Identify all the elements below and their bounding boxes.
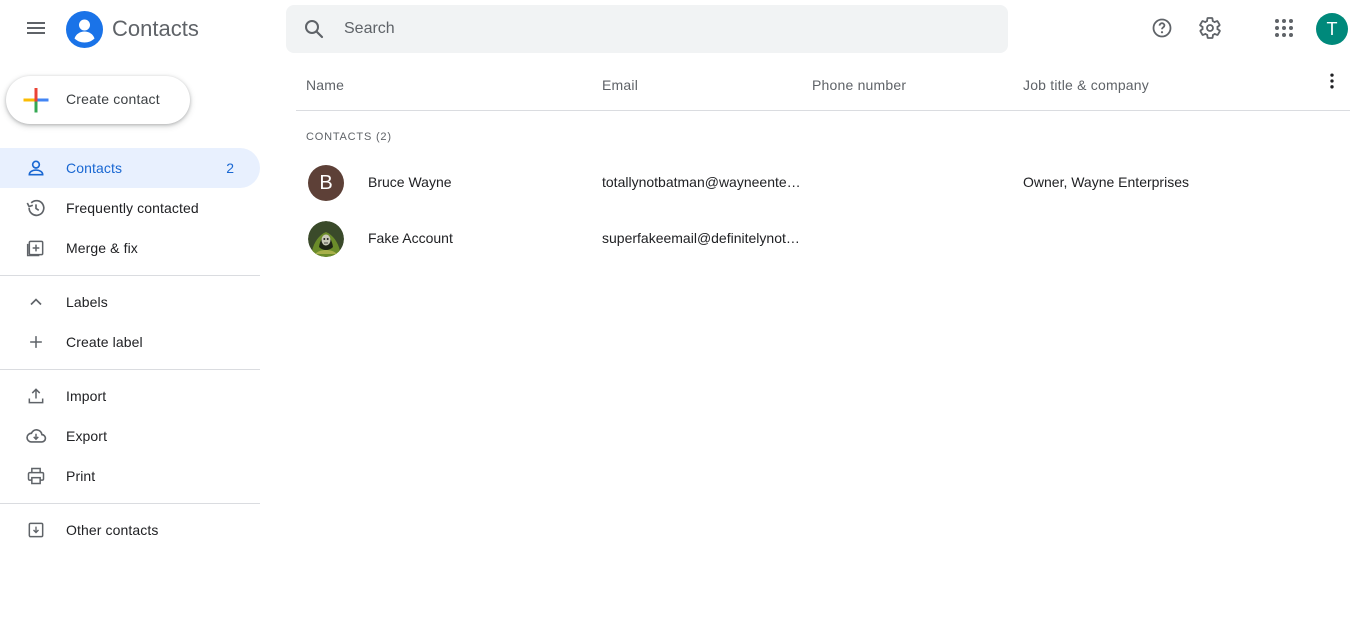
sidebar-item-label: Create label — [66, 334, 143, 350]
apps-grid-icon — [1272, 16, 1296, 45]
app-title: Contacts — [112, 16, 199, 41]
history-icon — [24, 196, 48, 220]
more-vert-icon — [1322, 71, 1342, 96]
sidebar-item-label: Merge & fix — [66, 240, 138, 256]
chevron-up-icon — [24, 290, 48, 314]
sidebar-item-import[interactable]: Import — [0, 376, 260, 416]
sidebar-item-labels[interactable]: Labels — [0, 282, 260, 322]
avatar: B — [308, 165, 344, 201]
printer-icon — [24, 464, 48, 488]
sidebar-item-label: Import — [66, 388, 107, 404]
column-header-name[interactable]: Name — [306, 77, 344, 93]
sidebar-item-print[interactable]: Print — [0, 456, 260, 496]
contact-email: superfakeemail@definitelynotreal.com — [602, 230, 804, 246]
help-icon — [1150, 16, 1174, 45]
sidebar-divider — [0, 369, 260, 370]
search-input[interactable] — [344, 5, 984, 53]
table-row[interactable]: B Bruce Wayne totallynotbatman@wayneente… — [296, 155, 1350, 211]
settings-icon — [1198, 16, 1222, 45]
search-bar[interactable] — [286, 5, 1008, 53]
sidebar-item-contacts[interactable]: Contacts 2 — [0, 148, 260, 188]
menu-icon — [24, 16, 48, 45]
help-button[interactable] — [1142, 10, 1182, 50]
apps-button[interactable] — [1264, 10, 1304, 50]
create-contact-label: Create contact — [66, 91, 160, 107]
app-header: Contacts T — [0, 0, 1366, 60]
sidebar-item-label: Print — [66, 468, 96, 484]
table-row[interactable]: Fake Account superfakeemail@definitelyno… — [296, 211, 1350, 267]
sidebar-item-label: Frequently contacted — [66, 200, 199, 216]
archive-icon — [24, 518, 48, 542]
column-header-email[interactable]: Email — [602, 77, 638, 93]
more-options-button[interactable] — [1316, 67, 1348, 99]
merge-icon — [24, 236, 48, 260]
cloud-download-icon — [24, 424, 48, 448]
contact-name: Bruce Wayne — [368, 174, 452, 190]
create-contact-button[interactable]: Create contact — [6, 76, 190, 124]
sidebar-divider — [0, 503, 260, 504]
contacts-logo-icon — [66, 11, 103, 48]
sidebar-item-frequently-contacted[interactable]: Frequently contacted — [0, 188, 260, 228]
header-divider — [296, 110, 1350, 111]
avatar — [308, 221, 344, 257]
plus-colored-icon — [23, 87, 49, 113]
account-avatar[interactable]: T — [1316, 13, 1348, 45]
main-menu-button[interactable] — [16, 10, 56, 50]
sidebar-item-create-label[interactable]: Create label — [0, 322, 260, 362]
upload-icon — [24, 384, 48, 408]
sidebar-item-merge-fix[interactable]: Merge & fix — [0, 228, 260, 268]
person-icon — [24, 156, 48, 180]
contacts-count: 2 — [226, 160, 234, 176]
column-header-phone[interactable]: Phone number — [812, 77, 906, 93]
contact-name: Fake Account — [368, 230, 453, 246]
sidebar-item-label: Contacts — [66, 160, 123, 176]
plus-icon — [24, 330, 48, 354]
column-header-job[interactable]: Job title & company — [1023, 77, 1149, 93]
sidebar-item-label: Export — [66, 428, 108, 444]
sidebar-item-label: Other contacts — [66, 522, 159, 538]
contact-email: totallynotbatman@wayneenterprises.com — [602, 174, 804, 190]
settings-button[interactable] — [1190, 10, 1230, 50]
sidebar-item-export[interactable]: Export — [0, 416, 260, 456]
sidebar-divider — [0, 275, 260, 276]
contact-job: Owner, Wayne Enterprises — [1023, 174, 1189, 190]
sidebar-item-label: Labels — [66, 294, 108, 310]
contacts-section-label: CONTACTS (2) — [306, 131, 392, 143]
sidebar-item-other-contacts[interactable]: Other contacts — [0, 510, 260, 550]
search-icon[interactable] — [302, 17, 326, 41]
